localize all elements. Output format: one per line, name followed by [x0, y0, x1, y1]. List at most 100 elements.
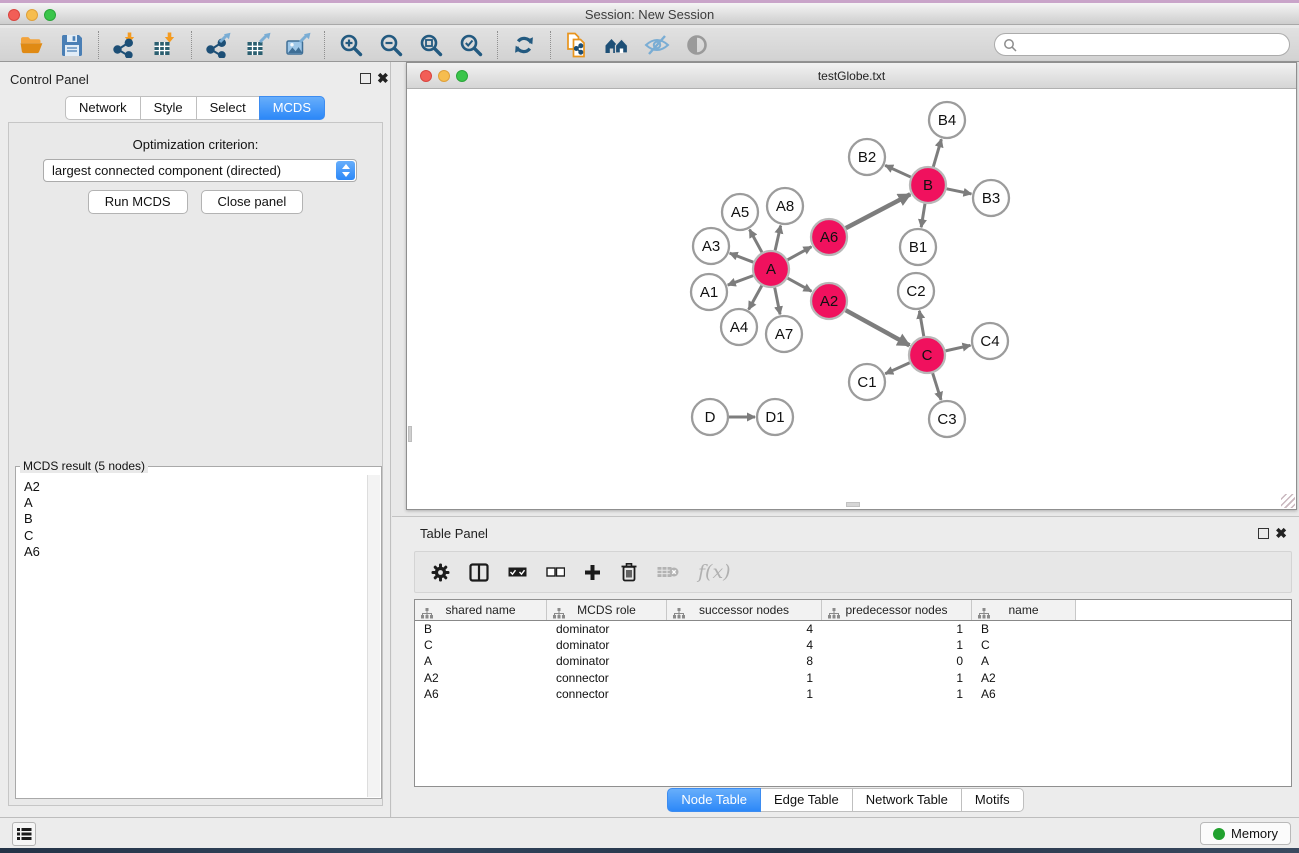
close-panel-icon[interactable]: ✖	[377, 70, 389, 86]
table-cell[interactable]: A6	[415, 686, 547, 702]
tab-mcds[interactable]: MCDS	[259, 96, 325, 120]
node-C[interactable]: C	[909, 337, 945, 373]
save-session-button[interactable]	[52, 30, 92, 60]
node-A5[interactable]: A5	[722, 194, 758, 230]
table-cell[interactable]: A2	[415, 670, 547, 686]
column-header-name[interactable]: name	[972, 600, 1076, 620]
close-panel-button[interactable]: Close panel	[201, 190, 304, 214]
table-row[interactable]: A2connector11A2	[415, 670, 1291, 686]
table-settings-button[interactable]	[431, 563, 450, 582]
export-image-button[interactable]	[278, 30, 318, 60]
table-cell[interactable]: 0	[822, 653, 972, 669]
result-item[interactable]: A	[24, 495, 367, 511]
edge-A6-B[interactable]	[846, 194, 910, 228]
zoom-out-button[interactable]	[371, 30, 411, 60]
edge-C-C2[interactable]	[919, 311, 923, 337]
edge-C-C1[interactable]	[885, 363, 909, 374]
node-A3[interactable]: A3	[693, 228, 729, 264]
import-network-button[interactable]	[105, 30, 145, 60]
node-B[interactable]: B	[910, 167, 946, 203]
select-all-button[interactable]	[508, 566, 527, 578]
deselect-all-button[interactable]	[546, 566, 565, 578]
node-C1[interactable]: C1	[849, 364, 885, 400]
function-builder-button[interactable]: f(x)	[698, 561, 731, 583]
table-cell[interactable]: dominator	[547, 653, 667, 669]
table-tab-edge-table[interactable]: Edge Table	[760, 788, 853, 812]
node-D1[interactable]: D1	[757, 399, 793, 435]
node-C2[interactable]: C2	[898, 273, 934, 309]
table-cell[interactable]: connector	[547, 670, 667, 686]
edge-B-B2[interactable]	[885, 165, 911, 177]
column-header-shared-name[interactable]: shared name	[415, 600, 547, 620]
apply-layout-button[interactable]	[504, 30, 544, 60]
table-cell[interactable]: 1	[822, 670, 972, 686]
table-row[interactable]: Cdominator41C	[415, 637, 1291, 653]
node-A4[interactable]: A4	[721, 309, 757, 345]
node-A6[interactable]: A6	[811, 219, 847, 255]
run-mcds-button[interactable]: Run MCDS	[88, 190, 188, 214]
new-network-from-selection-button[interactable]	[557, 30, 597, 60]
mcds-result-list[interactable]: A2ABCA6	[17, 475, 367, 797]
column-header-MCDS-role[interactable]: MCDS role	[547, 600, 667, 620]
table-cell[interactable]: C	[415, 637, 547, 653]
edge-A-A2[interactable]	[788, 278, 812, 291]
node-A1[interactable]: A1	[691, 274, 727, 310]
edge-A-A8[interactable]	[775, 226, 781, 251]
edge-A-A4[interactable]	[749, 286, 762, 310]
zoom-fit-button[interactable]	[411, 30, 451, 60]
table-cell[interactable]: A6	[972, 686, 1076, 702]
tab-style[interactable]: Style	[140, 96, 197, 120]
table-cell[interactable]: C	[972, 637, 1076, 653]
network-graph[interactable]: AA1A2A3A4A5A6A7A8BB1B2B3B4CC1C2C3C4DD1	[407, 89, 1296, 509]
show-panels-button[interactable]	[12, 822, 36, 846]
edge-A-A1[interactable]	[728, 276, 753, 285]
node-B1[interactable]: B1	[900, 229, 936, 265]
table-tab-node-table[interactable]: Node Table	[667, 788, 761, 812]
column-header-predecessor-nodes[interactable]: predecessor nodes	[822, 600, 972, 620]
table-row[interactable]: Bdominator41B	[415, 621, 1291, 637]
table-cell[interactable]: 1	[667, 686, 822, 702]
zoom-in-button[interactable]	[331, 30, 371, 60]
edge-C-C4[interactable]	[946, 345, 971, 351]
edge-B-B1[interactable]	[921, 204, 925, 227]
tab-network[interactable]: Network	[65, 96, 141, 120]
table-cell[interactable]: 1	[822, 686, 972, 702]
result-item[interactable]: A6	[24, 544, 367, 560]
result-item[interactable]: A2	[24, 479, 367, 495]
table-cell[interactable]: dominator	[547, 621, 667, 637]
edge-B-B4[interactable]	[933, 139, 941, 167]
vertical-scrollbar-grip[interactable]	[408, 426, 412, 442]
edge-A-A7[interactable]	[775, 288, 780, 315]
resize-grip[interactable]	[1281, 494, 1295, 508]
node-B4[interactable]: B4	[929, 102, 965, 138]
memory-button[interactable]: Memory	[1200, 822, 1291, 845]
node-B2[interactable]: B2	[849, 139, 885, 175]
float-panel-icon[interactable]	[360, 73, 371, 84]
table-cell[interactable]: dominator	[547, 637, 667, 653]
result-scrollbar[interactable]	[367, 475, 380, 797]
edge-A-A5[interactable]	[750, 230, 762, 253]
optimization-criterion-select[interactable]: largest connected component (directed)	[43, 159, 357, 182]
table-cell[interactable]: connector	[547, 686, 667, 702]
table-cell[interactable]: A2	[972, 670, 1076, 686]
show-columns-button[interactable]	[469, 563, 489, 582]
node-D[interactable]: D	[692, 399, 728, 435]
table-cell[interactable]: 4	[667, 621, 822, 637]
horizontal-scrollbar-grip[interactable]	[846, 502, 860, 507]
table-row[interactable]: A6connector11A6	[415, 686, 1291, 702]
result-item[interactable]: C	[24, 528, 367, 544]
edge-B-B3[interactable]	[947, 189, 972, 194]
close-table-panel-icon[interactable]: ✖	[1275, 525, 1287, 541]
tab-select[interactable]: Select	[196, 96, 260, 120]
add-column-button[interactable]	[584, 564, 601, 581]
export-network-button[interactable]	[198, 30, 238, 60]
table-cell[interactable]: A	[972, 653, 1076, 669]
table-cell[interactable]: A	[415, 653, 547, 669]
node-A2[interactable]: A2	[811, 283, 847, 319]
table-row[interactable]: Adominator80A	[415, 653, 1291, 669]
edge-A2-C[interactable]	[846, 310, 910, 345]
edge-A-A3[interactable]	[730, 253, 754, 262]
table-cell[interactable]: 1	[822, 637, 972, 653]
node-C3[interactable]: C3	[929, 401, 965, 437]
delete-table-button[interactable]	[657, 565, 679, 579]
